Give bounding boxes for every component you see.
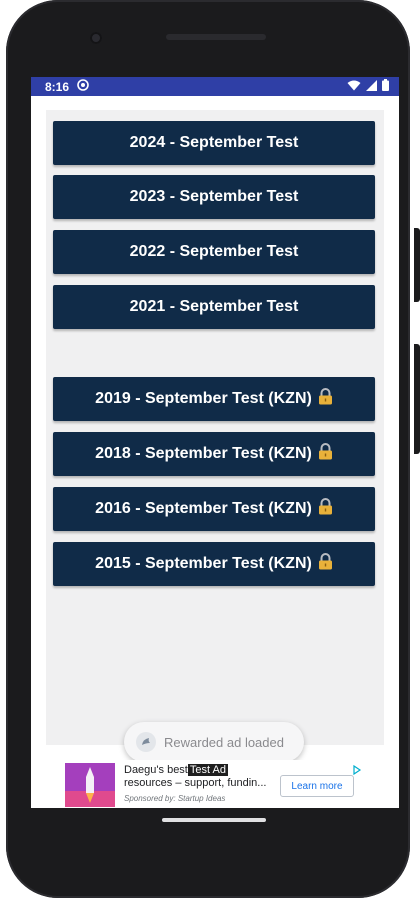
test-button-label: 2021 - September Test [129,298,299,315]
banner-ad[interactable]: Daegu's best Test Ad resources – support,… [61,760,366,808]
test-button-label: 2016 - September Test (KZN) [95,500,312,517]
test-button-2022[interactable]: 2022 - September Test [53,230,375,274]
status-left: 8:16 [45,79,89,94]
wifi-icon [347,80,361,94]
test-button-2023[interactable]: 2023 - September Test [53,175,375,219]
test-button-label: 2018 - September Test (KZN) [95,445,312,462]
home-indicator[interactable] [162,818,266,822]
ad-headline-line2: resources – support, fundin... [124,777,267,789]
ad-headline[interactable]: Daegu's best Test Ad resources – support,… [124,764,274,790]
device-screen: 8:16 2024 - September Test 2023 - Septem… [31,77,399,808]
cell-signal-icon [366,79,377,94]
ad-headline-prefix: Daegu's best [124,764,188,776]
status-time: 8:16 [45,79,70,94]
battery-icon [382,79,389,94]
front-camera [90,32,102,44]
lock-icon [318,553,333,575]
lock-icon [318,498,333,520]
ad-sponsor: Sponsored by: Startup Ideas [124,794,226,803]
test-button-label: 2015 - September Test (KZN) [95,555,312,572]
volume-button [414,344,420,454]
phone-frame: 8:16 2024 - September Test 2023 - Septem… [6,0,410,898]
test-button-label: 2024 - September Test [129,134,299,151]
status-bar: 8:16 [31,77,399,96]
ad-image[interactable] [65,763,115,807]
lock-icon [318,388,333,410]
test-button-label: 2019 - September Test (KZN) [95,390,312,407]
ad-learn-more-button[interactable]: Learn more [280,775,354,797]
power-button [414,228,420,302]
status-right [347,79,389,94]
lock-icon [318,443,333,465]
test-ad-label: Test Ad [187,764,228,776]
test-button-2015-kzn[interactable]: 2015 - September Test (KZN) [53,542,375,586]
test-button-label: 2023 - September Test [129,188,299,205]
ad-choices-icon[interactable] [352,762,362,776]
app-notification-icon [77,79,89,94]
test-list[interactable]: 2024 - September Test 2023 - September T… [46,110,384,745]
test-button-2018-kzn[interactable]: 2018 - September Test (KZN) [53,432,375,476]
toast-message: Rewarded ad loaded [164,734,284,750]
toast-rewarded-ad: Rewarded ad loaded [124,722,304,762]
test-button-2024[interactable]: 2024 - September Test [53,121,375,165]
ad-icon [136,732,156,752]
test-button-2016-kzn[interactable]: 2016 - September Test (KZN) [53,487,375,531]
earpiece-speaker [166,34,266,40]
test-button-2021[interactable]: 2021 - September Test [53,285,375,329]
test-button-label: 2022 - September Test [129,243,299,260]
test-button-2019-kzn[interactable]: 2019 - September Test (KZN) [53,377,375,421]
